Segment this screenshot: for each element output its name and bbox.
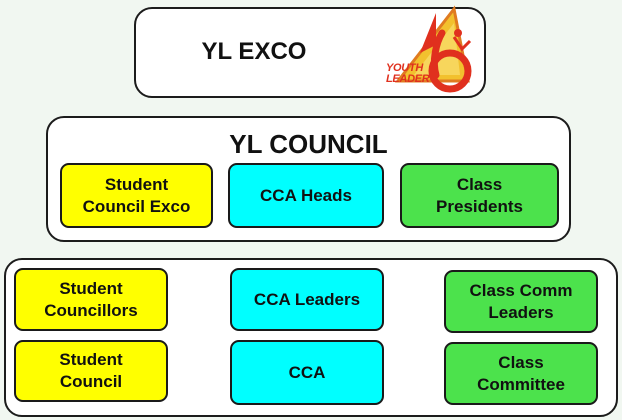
yl-exco-title: YL EXCO — [201, 38, 307, 65]
cca-heads-box: CCA Heads — [228, 163, 384, 228]
youth-leader-logo-icon: YOUTH LEADER — [380, 3, 480, 99]
yl-exco-panel: YL EXCO YOUTH LEADER — [134, 5, 486, 98]
cca-box: CCA — [230, 340, 384, 405]
cca-leaders-box: CCA Leaders — [230, 268, 384, 331]
yl-council-title: YL COUNCIL — [229, 129, 388, 159]
class-comm-leaders-box: Class Comm Leaders — [444, 270, 598, 333]
class-committee-box: Class Committee — [444, 342, 598, 405]
student-council-box: Student Council — [14, 340, 168, 402]
student-councillors-box: Student Councillors — [14, 268, 168, 331]
student-council-exco-box: Student Council Exco — [60, 163, 213, 228]
class-presidents-box: Class Presidents — [400, 163, 559, 228]
org-chart: YL EXCO YOUTH LEADER YL COUNCIL Student … — [0, 0, 622, 420]
logo-text-leader: LEADER — [386, 73, 430, 85]
